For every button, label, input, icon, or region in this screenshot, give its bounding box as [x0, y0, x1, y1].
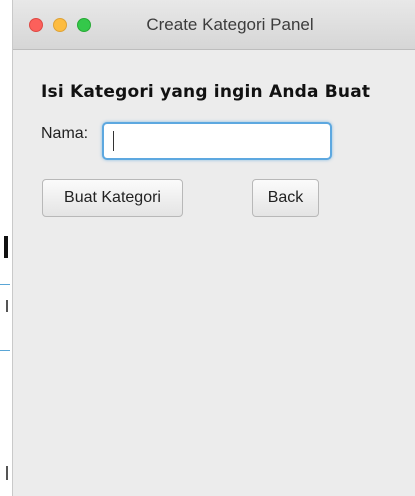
background-fragment	[6, 300, 8, 312]
form-heading: Isi Kategori yang ingin Anda Buat	[41, 82, 371, 102]
create-kategori-window: Create Kategori Panel Isi Kategori yang …	[12, 0, 415, 496]
background-fragment	[4, 236, 8, 258]
background-window-edge	[0, 0, 10, 496]
nama-input[interactable]	[102, 122, 332, 160]
background-divider	[0, 350, 10, 351]
background-fragment	[6, 466, 8, 480]
background-divider	[0, 284, 10, 285]
title-bar[interactable]: Create Kategori Panel	[13, 0, 415, 50]
back-button[interactable]: Back	[252, 179, 319, 217]
text-caret	[113, 131, 114, 151]
nama-label: Nama:	[41, 125, 89, 142]
buat-kategori-button[interactable]: Buat Kategori	[42, 179, 183, 217]
window-title: Create Kategori Panel	[146, 15, 314, 34]
